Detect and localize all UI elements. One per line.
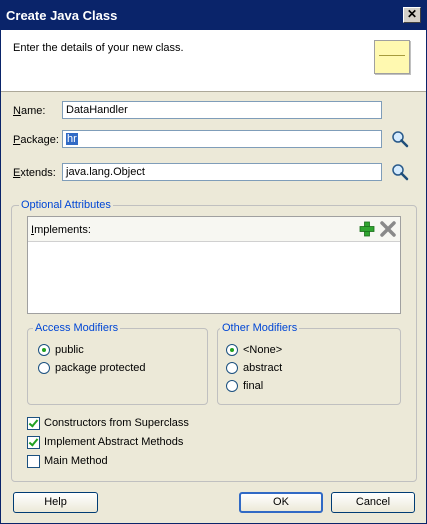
extends-field[interactable]: java.lang.Object bbox=[62, 163, 382, 181]
header-banner: Enter the details of your new class. bbox=[1, 30, 426, 92]
help-button[interactable]: Help bbox=[13, 492, 98, 513]
close-button[interactable]: ✕ bbox=[403, 7, 421, 23]
implements-label: Implements: bbox=[31, 224, 91, 236]
remove-icon[interactable] bbox=[380, 221, 396, 237]
abstract-methods-label: Implement Abstract Methods bbox=[44, 436, 184, 448]
package-protected-label: package protected bbox=[55, 362, 146, 374]
abstract-radio[interactable] bbox=[226, 362, 238, 374]
abstract-label: abstract bbox=[243, 362, 283, 374]
package-field[interactable]: hr bbox=[62, 130, 382, 148]
implements-panel: Implements: bbox=[27, 216, 401, 314]
package-label: Package: bbox=[13, 134, 59, 146]
banner-message: Enter the details of your new class. bbox=[13, 42, 184, 54]
main-method-label: Main Method bbox=[44, 455, 108, 467]
abstract-methods-checkbox[interactable] bbox=[27, 436, 40, 449]
extends-label: Extends: bbox=[13, 167, 56, 179]
final-label: final bbox=[243, 380, 264, 392]
access-modifiers-title: Access Modifiers bbox=[33, 322, 121, 334]
extends-search-icon[interactable] bbox=[391, 163, 409, 181]
none-label: <None> bbox=[243, 344, 283, 356]
main-method-checkbox[interactable] bbox=[27, 455, 40, 468]
implements-header: Implements: bbox=[28, 217, 400, 242]
constructors-label: Constructors from Superclass bbox=[44, 417, 189, 429]
close-icon: ✕ bbox=[406, 7, 418, 21]
add-icon[interactable] bbox=[359, 221, 375, 237]
package-protected-radio[interactable] bbox=[38, 362, 50, 374]
cancel-button[interactable]: Cancel bbox=[331, 492, 415, 513]
constructors-checkbox[interactable] bbox=[27, 417, 40, 430]
other-modifiers-title: Other Modifiers bbox=[220, 322, 300, 334]
note-icon bbox=[374, 40, 410, 74]
public-radio[interactable] bbox=[38, 344, 50, 356]
none-radio[interactable] bbox=[226, 344, 238, 356]
name-label: Name: bbox=[13, 105, 46, 117]
create-java-class-dialog: Create Java Class ✕ Enter the details of… bbox=[0, 0, 427, 524]
name-field[interactable]: DataHandler bbox=[62, 101, 382, 119]
final-radio[interactable] bbox=[226, 380, 238, 392]
package-search-icon[interactable] bbox=[391, 130, 409, 148]
window-title: Create Java Class bbox=[6, 8, 118, 23]
ok-button[interactable]: OK bbox=[239, 492, 323, 513]
title-bar: Create Java Class ✕ bbox=[1, 1, 426, 30]
public-label: public bbox=[55, 344, 84, 356]
optional-attributes-title: Optional Attributes bbox=[19, 199, 113, 211]
